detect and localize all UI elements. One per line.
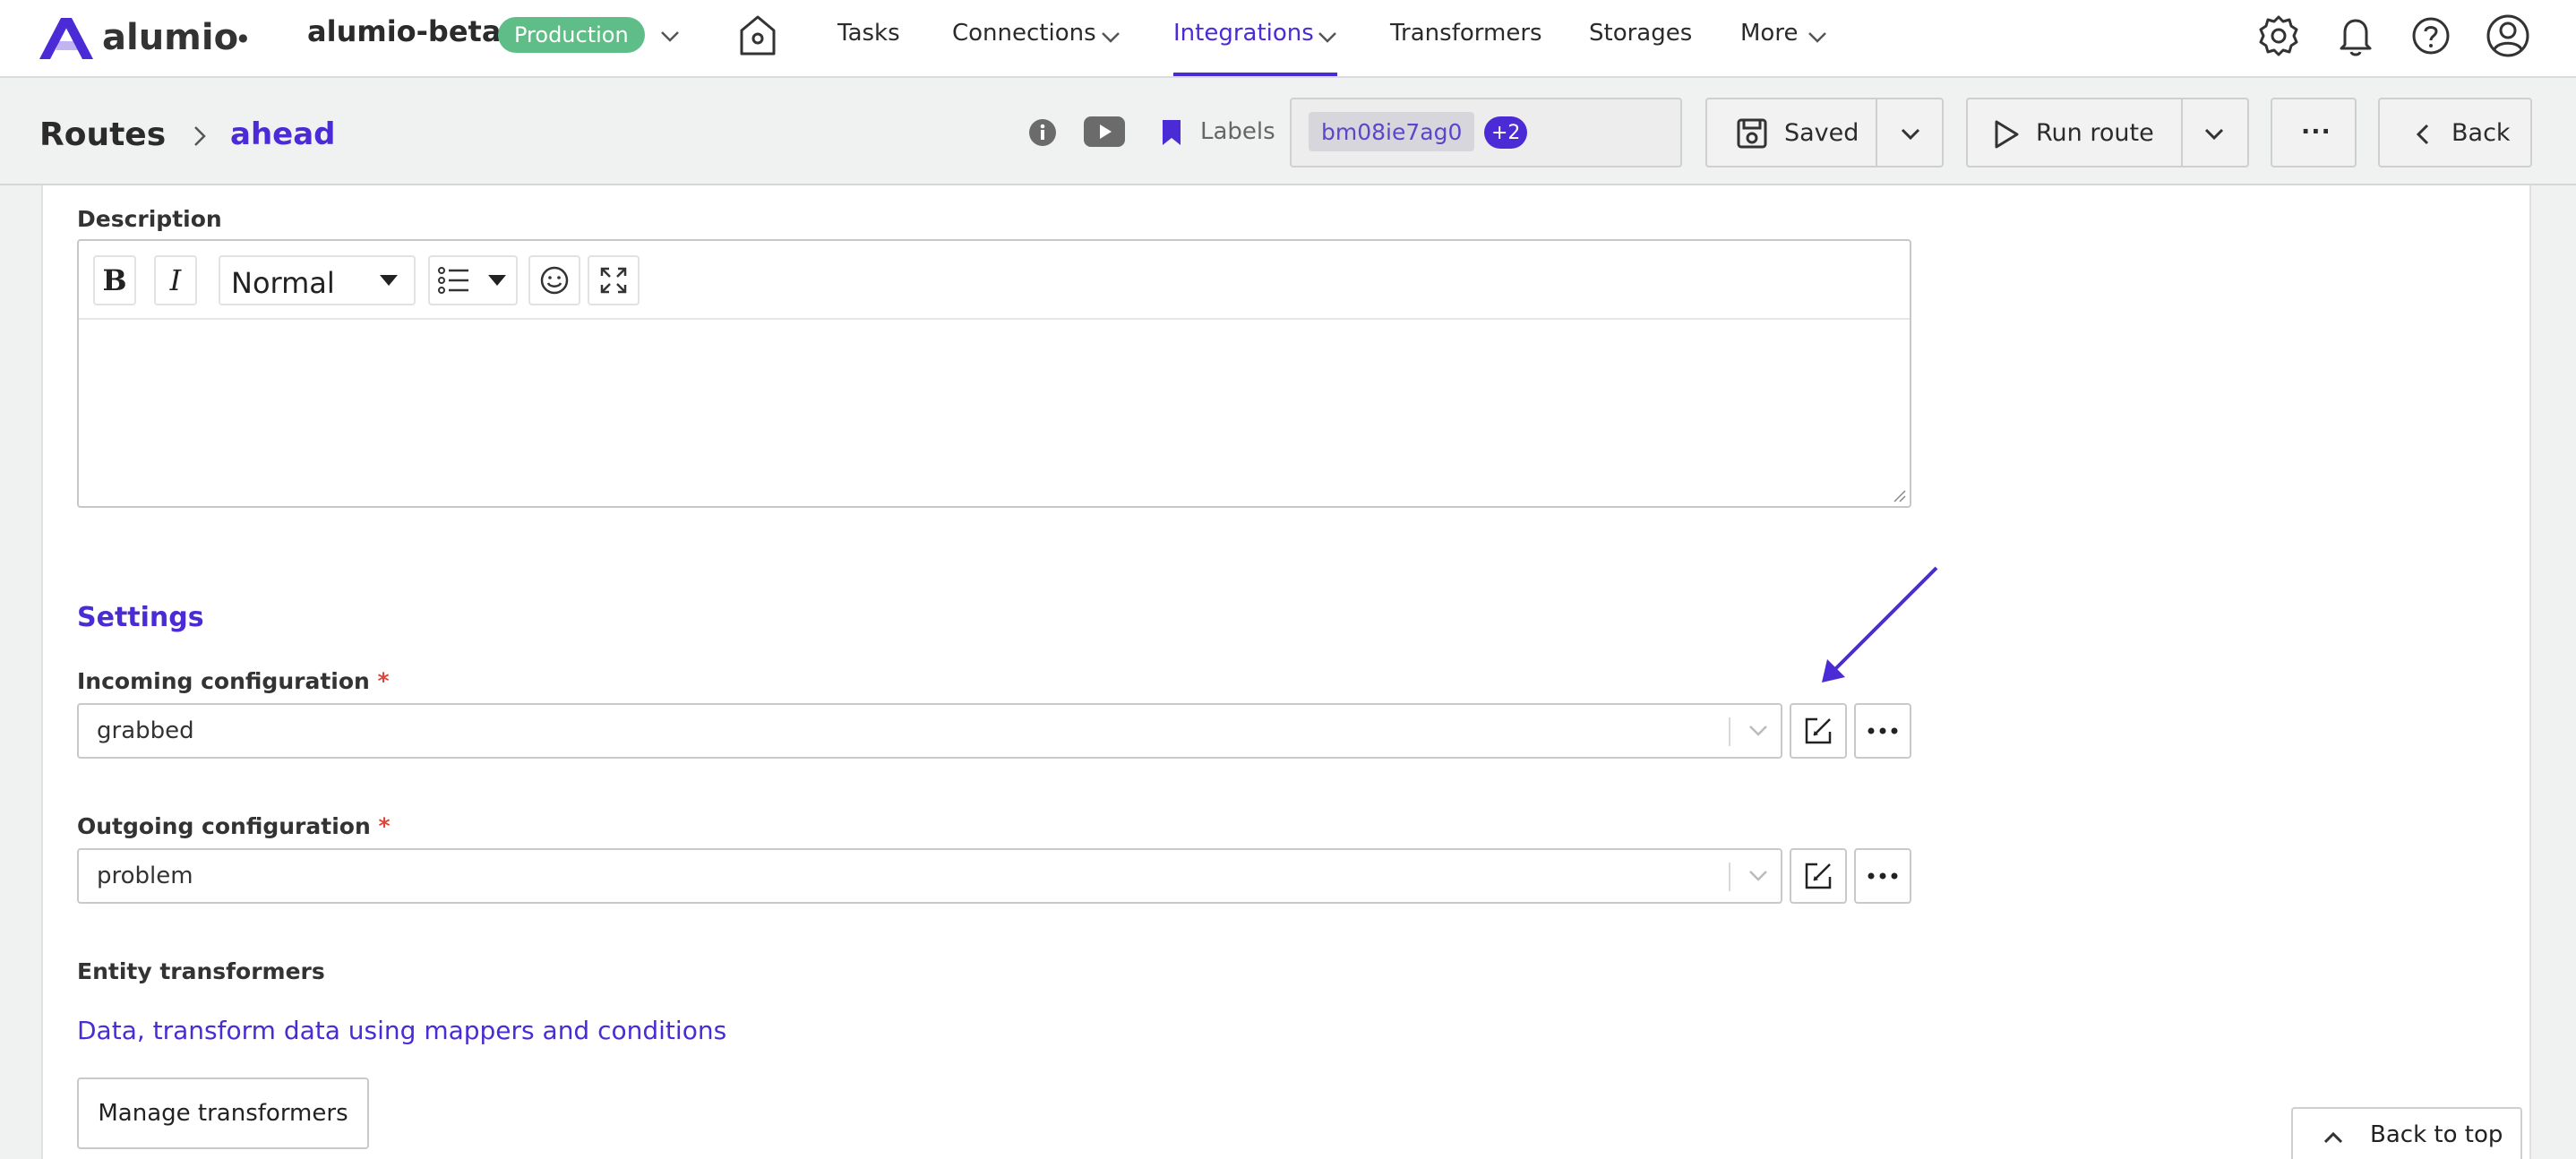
- select-separator: [1729, 717, 1730, 746]
- play-icon: [1995, 120, 2019, 149]
- chevron-down-icon[interactable]: [1317, 29, 1338, 47]
- saved-split-button: Saved: [1705, 98, 1944, 167]
- button-divider: [2181, 99, 2183, 166]
- chevron-down-icon[interactable]: [1100, 29, 1121, 47]
- required-marker: *: [377, 668, 390, 694]
- text-format-value: Normal: [231, 266, 335, 300]
- back-button[interactable]: Back: [2378, 98, 2532, 167]
- incoming-configuration-more-button[interactable]: [1854, 703, 1911, 759]
- outgoing-configuration-select[interactable]: problem: [77, 848, 1782, 904]
- italic-button[interactable]: I: [154, 255, 197, 305]
- resize-grip-icon[interactable]: [1892, 488, 1906, 502]
- active-nav-indicator: [1173, 73, 1337, 76]
- required-marker: *: [378, 813, 391, 839]
- italic-icon: I: [169, 263, 182, 297]
- chevron-down-icon[interactable]: [1899, 124, 1922, 144]
- more-actions-label: ...: [2301, 112, 2331, 140]
- button-divider: [1876, 99, 1877, 166]
- incoming-configuration-label-text: Incoming configuration: [77, 668, 370, 694]
- nav-tasks[interactable]: Tasks: [837, 20, 900, 47]
- video-icon[interactable]: [1084, 116, 1125, 147]
- registered-mark: ●: [238, 31, 248, 44]
- edit-icon: [1805, 717, 1832, 744]
- run-route-split-button: Run route: [1966, 98, 2249, 167]
- gear-icon[interactable]: [2257, 13, 2300, 59]
- save-icon: [1737, 118, 1767, 149]
- environment-badge[interactable]: Production: [498, 17, 645, 53]
- more-horizontal-icon: [1868, 872, 1898, 880]
- nav-integrations[interactable]: Integrations: [1173, 20, 1314, 47]
- saved-button[interactable]: Saved: [1784, 119, 1859, 147]
- description-label: Description: [77, 206, 222, 232]
- select-separator: [1729, 863, 1730, 891]
- caret-down-icon: [380, 275, 398, 286]
- chevron-right-icon: [194, 126, 206, 146]
- alumio-logo-icon: [39, 18, 93, 59]
- top-navigation: alumio ● alumio-beta Production Tasks Co…: [0, 0, 2576, 78]
- outgoing-configuration-label-text: Outgoing configuration: [77, 813, 371, 839]
- incoming-configuration-value: grabbed: [97, 717, 194, 744]
- user-icon[interactable]: [2485, 13, 2531, 59]
- bookmark-icon: [1163, 120, 1181, 145]
- back-to-top-label: Back to top: [2370, 1121, 2503, 1148]
- label-extra-count[interactable]: +2: [1484, 116, 1528, 149]
- bold-icon: B: [102, 263, 127, 297]
- outgoing-configuration-value: problem: [97, 863, 193, 889]
- chevron-down-icon[interactable]: [1747, 721, 1770, 741]
- home-icon[interactable]: [738, 13, 777, 57]
- alumio-logo[interactable]: alumio ●: [38, 13, 248, 63]
- editor-toolbar: B I Normal: [79, 241, 1910, 320]
- breadcrumb-current-route[interactable]: ahead: [230, 116, 336, 152]
- label-chip[interactable]: bm08ie7ag0: [1309, 112, 1475, 151]
- more-horizontal-icon: [1868, 727, 1898, 734]
- settings-section-title: Settings: [77, 602, 204, 633]
- entity-transformers-label: Entity transformers: [77, 958, 325, 984]
- back-label: Back: [2451, 119, 2511, 147]
- emoji-icon: [540, 266, 569, 295]
- workspace-name[interactable]: alumio-beta: [307, 14, 501, 48]
- alumio-wordmark: alumio: [102, 17, 239, 58]
- bell-icon[interactable]: [2336, 13, 2375, 59]
- list-icon: [438, 267, 506, 294]
- info-icon[interactable]: [1028, 118, 1057, 147]
- back-to-top-button[interactable]: Back to top: [2291, 1107, 2522, 1159]
- chevron-down-icon[interactable]: [1807, 29, 1828, 47]
- nav-connections[interactable]: Connections: [952, 20, 1096, 47]
- labels-title: Labels: [1200, 118, 1275, 145]
- text-format-select[interactable]: Normal: [219, 255, 416, 305]
- emoji-button[interactable]: [528, 255, 580, 305]
- more-actions-button[interactable]: ...: [2271, 98, 2357, 167]
- list-format-button[interactable]: [428, 255, 518, 305]
- chevron-down-icon[interactable]: [2202, 124, 2226, 144]
- edit-incoming-configuration-button[interactable]: [1790, 703, 1847, 759]
- incoming-configuration-select[interactable]: grabbed: [77, 703, 1782, 759]
- expand-icon: [600, 267, 627, 294]
- help-icon[interactable]: [2409, 13, 2452, 59]
- annotation-arrow-icon: [1822, 566, 1938, 683]
- fullscreen-button[interactable]: [588, 255, 640, 305]
- bold-button[interactable]: B: [93, 255, 136, 305]
- incoming-configuration-label: Incoming configuration *: [77, 668, 390, 694]
- edit-outgoing-configuration-button[interactable]: [1790, 848, 1847, 904]
- nav-more[interactable]: More: [1740, 20, 1798, 47]
- chevron-up-icon: [2323, 1131, 2343, 1144]
- outgoing-configuration-more-button[interactable]: [1854, 848, 1911, 904]
- nav-transformers[interactable]: Transformers: [1390, 20, 1542, 47]
- entity-transformers-link[interactable]: Data, transform data using mappers and c…: [77, 1016, 726, 1045]
- nav-storages[interactable]: Storages: [1589, 20, 1692, 47]
- chevron-left-icon: [2416, 124, 2429, 145]
- manage-transformers-button[interactable]: Manage transformers: [77, 1077, 369, 1149]
- outgoing-configuration-label: Outgoing configuration *: [77, 813, 391, 839]
- edit-icon: [1805, 863, 1832, 889]
- chevron-down-icon[interactable]: [657, 23, 683, 48]
- run-route-button[interactable]: Run route: [2036, 119, 2154, 147]
- chevron-down-icon[interactable]: [1747, 866, 1770, 886]
- description-editor[interactable]: B I Normal: [77, 239, 1911, 508]
- breadcrumb-routes[interactable]: Routes: [39, 116, 166, 153]
